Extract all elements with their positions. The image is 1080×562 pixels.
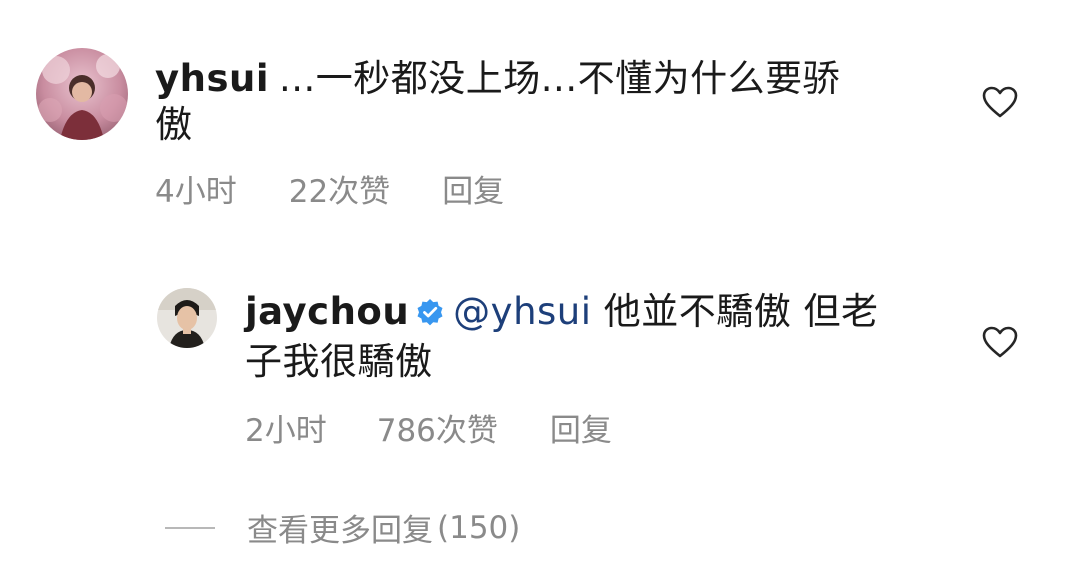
view-more-replies-button[interactable]: 查看更多回复 (150)	[165, 505, 520, 550]
comment-line-2: 傲	[155, 102, 935, 148]
comment-timestamp: 4小时	[155, 174, 237, 210]
reply-body: jaychou @yhsui 他並不驕傲 但老 子我很驕傲	[245, 289, 945, 385]
reply-like-count[interactable]: 786次赞	[377, 405, 498, 450]
comment-reply-button[interactable]: 回复	[442, 166, 504, 211]
comment-like-count[interactable]: 22次赞	[289, 166, 390, 211]
heart-outline-icon[interactable]	[982, 86, 1018, 122]
comment-text-1: ...一秒都没上场...不懂为什么要骄	[279, 57, 841, 100]
comment-text-2: 傲	[155, 103, 193, 146]
reply-text-2: 子我很驕傲	[245, 340, 433, 383]
comment-meta: 4小时 22次赞 回复	[155, 166, 504, 211]
reply-reply-button[interactable]: 回复	[550, 405, 612, 450]
reply-timestamp: 2小时	[245, 413, 327, 449]
comment-line-1: yhsui ...一秒都没上场...不懂为什么要骄	[155, 56, 935, 102]
avatar-yhsui[interactable]	[36, 48, 128, 140]
view-more-count: (150)	[437, 509, 521, 546]
heart-outline-icon[interactable]	[982, 326, 1018, 362]
view-more-label: 查看更多回复	[247, 513, 433, 549]
avatar-jaychou[interactable]	[157, 288, 217, 348]
reply-text-1: 他並不驕傲 但老	[591, 290, 879, 333]
comment-username[interactable]: yhsui	[155, 57, 269, 100]
reply-mention-link[interactable]: @yhsui	[453, 290, 591, 333]
view-more-divider	[165, 526, 215, 529]
reply-meta: 2小时 786次赞 回复	[245, 405, 612, 450]
reply-username[interactable]: jaychou	[245, 290, 409, 333]
verified-badge-icon	[415, 293, 445, 339]
reply-line-1: jaychou @yhsui 他並不驕傲 但老	[245, 289, 945, 339]
comment-body: yhsui ...一秒都没上场...不懂为什么要骄 傲	[155, 56, 935, 148]
reply-line-2: 子我很驕傲	[245, 339, 945, 385]
